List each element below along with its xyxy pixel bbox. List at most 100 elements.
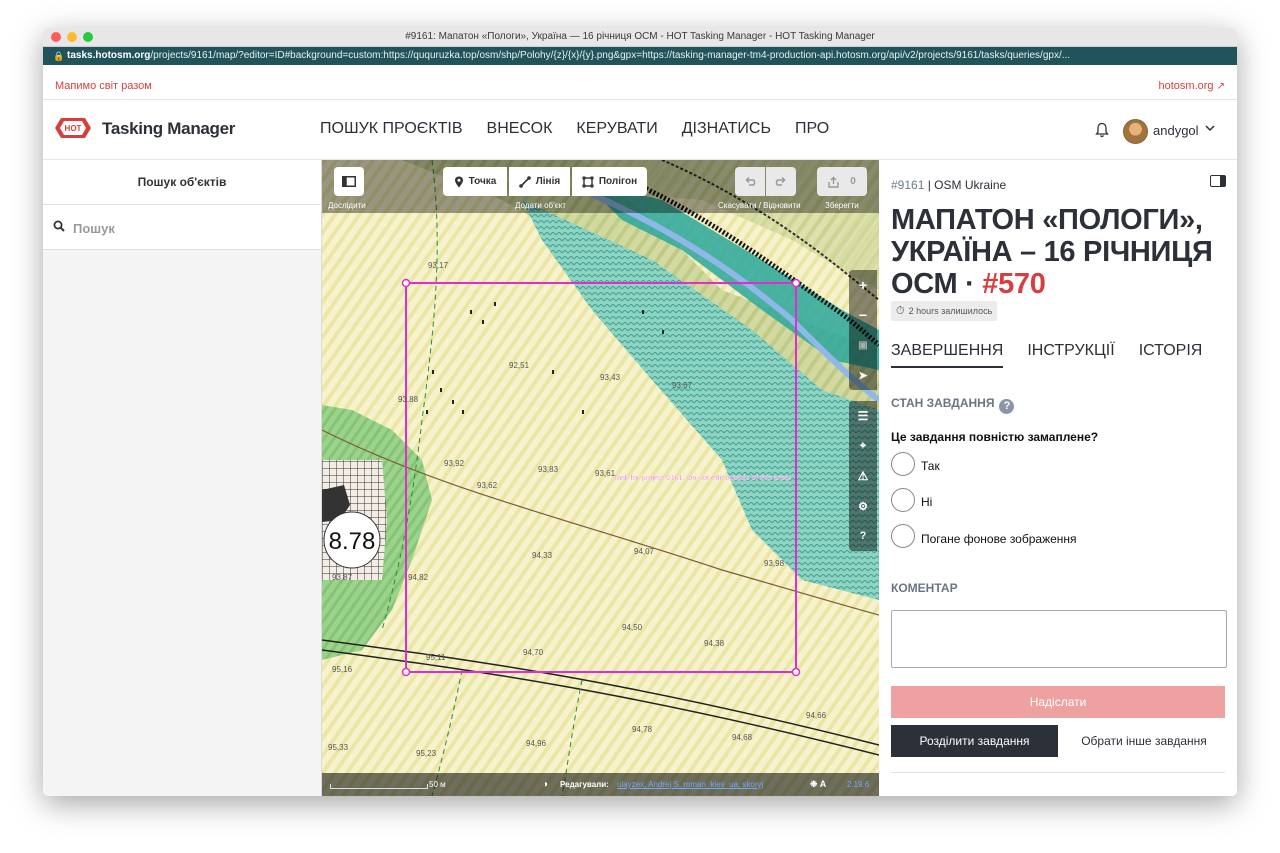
scale-label: 50 м <box>429 780 446 789</box>
radio-no[interactable] <box>891 488 915 512</box>
add-polygon-button[interactable]: Полігон <box>572 167 647 196</box>
top-strip: Мапимо світ разом hotosm.org ↗ <box>43 65 1237 100</box>
user-settings-icon: ⚙ <box>858 500 868 513</box>
elevation-label: 93,61 <box>595 469 616 478</box>
project-id[interactable]: #9161 <box>891 178 924 192</box>
avatar[interactable] <box>1123 119 1148 144</box>
map-canvas[interactable]: 8.78 Task for project 9161. Do not edit … <box>322 160 879 796</box>
elevation-label: 94,66 <box>806 711 827 720</box>
edited-by-users[interactable]: ulayzex, Andrej S, roman_kiev_ua, skoryj <box>617 780 800 789</box>
add-line-button[interactable]: Лінія <box>509 167 570 196</box>
split-task-button[interactable]: Розділити завдання <box>891 725 1058 757</box>
username[interactable]: andygol <box>1153 123 1199 138</box>
add-point-button[interactable]: Точка <box>443 167 507 196</box>
menu-about[interactable]: ПРО <box>795 120 829 138</box>
panel-toggle-icon[interactable] <box>1210 175 1226 187</box>
elevation-label: 93,67 <box>672 381 693 390</box>
url-text[interactable]: tasks.hotosm.org/projects/9161/map/?edit… <box>67 50 1227 61</box>
main-menu: ПОШУК ПРОЄКТІВ ВНЕСОК КЕРУВАТИ ДІЗНАТИСЬ… <box>320 120 829 138</box>
tab-completion[interactable]: ЗАВЕРШЕННЯ <box>891 342 1004 368</box>
help-icon: ? <box>859 530 867 542</box>
comment-field[interactable] <box>891 610 1227 668</box>
upload-icon <box>828 176 839 188</box>
chevron-down-icon[interactable] <box>1204 122 1216 134</box>
elevation-label: 93,62 <box>477 481 498 490</box>
issues-button[interactable]: ⚠ <box>849 461 877 491</box>
elevation-label: 93,43 <box>600 373 621 382</box>
window-title: #9161: Мапатон «Пологи», Україна — 16 рі… <box>405 31 875 42</box>
hot-logo-icon[interactable]: HOT <box>55 116 91 140</box>
tab-history[interactable]: ІСТОРІЯ <box>1139 342 1203 368</box>
help-icon[interactable]: ? <box>999 399 1015 414</box>
zoom-in-button[interactable]: + <box>849 270 877 300</box>
zoom-out-button[interactable]: − <box>849 300 877 330</box>
radio-no-label[interactable]: Ні <box>921 495 932 509</box>
elevation-label: 94,68 <box>732 733 753 742</box>
external-link-icon: ↗ <box>1216 81 1225 92</box>
layers-icon: ☰ <box>857 409 869 423</box>
task-status-heading: СТАН ЗАВДАННЯ? <box>891 396 1015 414</box>
radio-bad-imagery[interactable] <box>891 524 915 548</box>
elevation-label: 93,87 <box>332 573 353 582</box>
scale-bar[interactable] <box>330 784 428 789</box>
select-another-task-button[interactable]: Обрати інше завдання <box>1069 725 1219 757</box>
menu-learn[interactable]: ДІЗНАТИСЬ <box>682 120 771 138</box>
location-arrow-icon: ➤ <box>858 369 868 382</box>
radio-bad-imagery-label[interactable]: Погане фонове зображення <box>921 532 1077 546</box>
language-label: A <box>819 779 827 789</box>
polygon-icon <box>582 176 594 187</box>
explore-label: Дослідити <box>328 201 366 210</box>
explore-button[interactable] <box>334 167 364 196</box>
elevation-label: 95,23 <box>416 749 437 758</box>
map-data-icon: ⌖ <box>859 439 867 452</box>
locate-button[interactable]: ➤ <box>849 360 877 390</box>
editor-version[interactable]: 2.19.6 <box>847 780 869 789</box>
feature-search-sidebar: Пошук об'єктів <box>43 160 322 796</box>
radio-yes-label[interactable]: Так <box>921 459 940 473</box>
sidebar-toggle-icon <box>342 176 356 187</box>
elevation-label: 94,96 <box>526 739 547 748</box>
elevation-label: 94,82 <box>408 573 429 582</box>
bug-icon: ❉ <box>810 779 818 789</box>
menu-contribute[interactable]: ВНЕСОК <box>487 120 553 138</box>
edited-by-label: Редагували: <box>560 780 609 789</box>
logo-text[interactable]: Tasking Manager <box>102 119 235 139</box>
tab-instructions[interactable]: ІНСТРУКЦІЇ <box>1027 342 1114 368</box>
bell-icon[interactable] <box>1095 122 1109 138</box>
task-boundary-label: Task for project 9161. Do not edit outsi… <box>613 473 791 482</box>
main-navbar: HOT Tasking Manager ПОШУК ПРОЄКТІВ ВНЕСО… <box>43 100 1237 160</box>
redo-button[interactable] <box>766 167 796 196</box>
elevation-label: 93,98 <box>764 559 785 568</box>
plus-icon: + <box>858 277 868 293</box>
time-left-badge: ⏱ 2 hours залишилось <box>891 301 998 321</box>
preferences-button[interactable]: ⚙ <box>849 491 877 521</box>
map-data-button[interactable]: ⌖ <box>849 431 877 461</box>
elevation-label: 94,07 <box>634 547 655 556</box>
help-button[interactable]: ? <box>849 521 877 551</box>
project-title: МАПАТОН «ПОЛОГИ», УКРАЇНА – 16 РІЧНИЦЯ О… <box>891 204 1226 300</box>
address-bar[interactable]: 🔒 tasks.hotosm.org/projects/9161/map/?ed… <box>43 47 1237 65</box>
radio-yes[interactable] <box>891 452 915 476</box>
elevation-label: 94,33 <box>532 551 553 560</box>
hotosm-link[interactable]: hotosm.org ↗ <box>1159 80 1225 92</box>
feature-search-input[interactable] <box>71 217 305 239</box>
undo-button[interactable] <box>735 167 765 196</box>
background-button[interactable]: ☰ <box>849 401 877 431</box>
divider <box>891 772 1225 773</box>
menu-explore-projects[interactable]: ПОШУК ПРОЄКТІВ <box>320 120 463 138</box>
save-button[interactable]: 0 <box>817 167 867 196</box>
map-footer: 50 м ◑ Редагували: ulayzex, Andrej S, ro… <box>322 773 879 796</box>
organisation: | OSM Ukraine <box>927 178 1007 192</box>
tagline: Мапимо світ разом <box>55 80 152 92</box>
map-editor[interactable]: 8.78 Task for project 9161. Do not edit … <box>322 160 879 796</box>
zoom-to-selection-button[interactable]: ▣ <box>849 330 877 360</box>
sidebar-search <box>43 205 321 250</box>
submit-button[interactable]: Надіслати <box>891 686 1225 718</box>
task-tabs: ЗАВЕРШЕННЯ ІНСТРУКЦІЇ ІСТОРІЯ <box>891 342 1202 368</box>
language-toggle[interactable]: ❉ A <box>810 779 826 790</box>
elevation-label: 94,38 <box>704 639 725 648</box>
history-icon: ◑ <box>542 779 549 790</box>
comment-heading: КОМЕНТАР <box>891 581 958 595</box>
menu-manage[interactable]: КЕРУВАТИ <box>576 120 657 138</box>
time-left-text: 2 hours залишилось <box>908 306 993 316</box>
